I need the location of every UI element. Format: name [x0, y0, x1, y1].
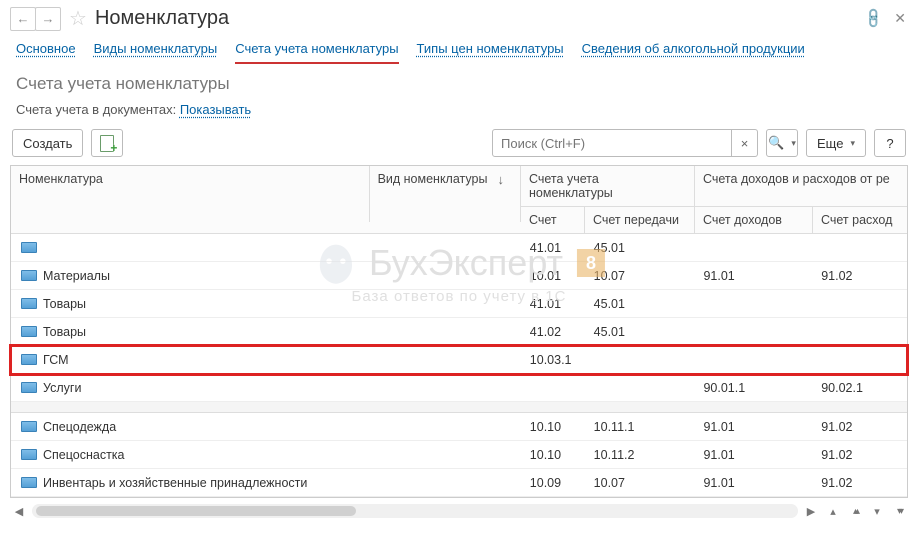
nav-forward-button[interactable]: →	[35, 7, 61, 31]
cell-income: 91.01	[695, 269, 813, 283]
cell-acc: 10.03.1	[522, 353, 586, 367]
table-row[interactable]: 41.01 45.01	[11, 234, 907, 262]
cell-transfer: 10.11.1	[586, 420, 696, 434]
col-acc-transfer[interactable]: Счет передачи	[585, 207, 695, 233]
hscroll-right[interactable]: ▶	[802, 502, 820, 520]
favorite-star-icon[interactable]: ☆	[69, 6, 87, 31]
vscroll-up-double[interactable]: ▴▴	[846, 502, 864, 520]
tabs-row: Основное Виды номенклатуры Счета учета н…	[0, 35, 918, 64]
tab-accounts[interactable]: Счета учета номенклатуры	[235, 41, 398, 64]
table-row[interactable]: Спецодежда 10.10 10.11.1 91.01 91.02	[11, 413, 907, 441]
cell-name: Товары	[43, 297, 86, 311]
cell-transfer: 10.07	[586, 476, 696, 490]
cell-acc: 10.01	[522, 269, 586, 283]
record-icon	[21, 354, 37, 365]
record-icon	[21, 449, 37, 460]
create-copy-button[interactable]	[91, 129, 123, 157]
record-icon	[21, 477, 37, 488]
col-group-accounts[interactable]: Счета учета номенклатуры	[521, 166, 695, 206]
cell-income: 90.01.1	[695, 381, 813, 395]
more-button[interactable]: Еще▾	[806, 129, 866, 157]
record-icon	[21, 270, 37, 281]
vscroll-up[interactable]: ▴	[824, 502, 842, 520]
table-row[interactable]: ГСМ 10.03.1	[11, 346, 907, 374]
table-row[interactable]: Инвентарь и хозяйственные принадлежности…	[11, 469, 907, 497]
cell-name: Материалы	[43, 269, 110, 283]
tab-kinds[interactable]: Виды номенклатуры	[94, 41, 218, 64]
record-icon	[21, 326, 37, 337]
col-acc[interactable]: Счет	[521, 207, 585, 233]
table-row[interactable]: Материалы 10.01 10.07 91.01 91.02	[11, 262, 907, 290]
create-button[interactable]: Создать	[12, 129, 83, 157]
search-input[interactable]	[492, 129, 732, 157]
tab-alcohol-info[interactable]: Сведения об алкогольной продукции	[582, 41, 805, 64]
cell-income: 91.01	[695, 476, 813, 490]
cell-acc: 41.02	[522, 325, 586, 339]
cell-name: Инвентарь и хозяйственные принадлежности	[43, 476, 307, 490]
cell-acc: 41.01	[522, 297, 586, 311]
table-row[interactable]: Товары 41.01 45.01	[11, 290, 907, 318]
sort-indicator-icon: ↓	[498, 172, 513, 187]
horizontal-scrollbar[interactable]	[32, 504, 798, 518]
search-menu-button[interactable]: 🔍▾	[766, 129, 798, 157]
record-icon	[21, 382, 37, 393]
col-acc-expense[interactable]: Счет расход	[813, 207, 907, 233]
cell-transfer: 45.01	[586, 325, 696, 339]
tab-price-types[interactable]: Типы цен номенклатуры	[417, 41, 564, 64]
close-icon[interactable]: ✕	[894, 10, 906, 27]
record-icon	[21, 421, 37, 432]
cell-expense: 91.02	[813, 269, 907, 283]
document-plus-icon	[100, 135, 114, 152]
cell-transfer: 45.01	[586, 297, 696, 311]
cell-expense: 91.02	[813, 476, 907, 490]
table-row[interactable]: Спецоснастка 10.10 10.11.2 91.01 91.02	[11, 441, 907, 469]
record-icon	[21, 242, 37, 253]
cell-acc: 41.01	[522, 241, 586, 255]
cell-name: ГСМ	[43, 353, 69, 367]
cell-name: Спецоснастка	[43, 448, 125, 462]
link-icon[interactable]: 🔗	[865, 10, 882, 27]
cell-name: Услуги	[43, 381, 81, 395]
section-title: Счета учета номенклатуры	[0, 64, 918, 98]
col-kind[interactable]: Вид номенклатуры ↓	[370, 166, 521, 222]
hscroll-left[interactable]: ◀	[10, 502, 28, 520]
col-acc-income[interactable]: Счет доходов	[695, 207, 813, 233]
cell-transfer: 10.11.2	[586, 448, 696, 462]
col-name[interactable]: Номенклатура	[11, 166, 370, 222]
record-icon	[21, 298, 37, 309]
accounts-mode-link[interactable]: Показывать	[180, 102, 251, 117]
cell-income: 91.01	[695, 448, 813, 462]
cell-transfer: 45.01	[586, 241, 696, 255]
accounts-grid: Номенклатура Вид номенклатуры ↓ Счета уч…	[10, 165, 908, 498]
table-row[interactable]: Услуги 90.01.1 90.02.1	[11, 374, 907, 402]
accounts-mode-label: Счета учета в документах:	[16, 102, 176, 117]
page-title: Номенклатура	[95, 7, 229, 30]
cell-acc: 10.09	[522, 476, 586, 490]
tab-main[interactable]: Основное	[16, 41, 76, 64]
table-row[interactable]: Товары 41.02 45.01	[11, 318, 907, 346]
vscroll-down-double[interactable]: ▾▾	[890, 502, 908, 520]
search-clear-button[interactable]: ×	[732, 129, 758, 157]
cell-transfer: 10.07	[586, 269, 696, 283]
col-group-income[interactable]: Счета доходов и расходов от ре	[695, 166, 907, 206]
cell-acc: 10.10	[522, 420, 586, 434]
cell-expense: 91.02	[813, 448, 907, 462]
nav-back-button[interactable]: ←	[10, 7, 36, 31]
cell-expense: 90.02.1	[813, 381, 907, 395]
cell-income: 91.01	[695, 420, 813, 434]
grid-separator	[11, 402, 907, 413]
cell-name: Товары	[43, 325, 86, 339]
cell-name: Спецодежда	[43, 420, 116, 434]
vscroll-down[interactable]: ▾	[868, 502, 886, 520]
cell-expense: 91.02	[813, 420, 907, 434]
help-button[interactable]: ?	[874, 129, 906, 157]
cell-acc: 10.10	[522, 448, 586, 462]
